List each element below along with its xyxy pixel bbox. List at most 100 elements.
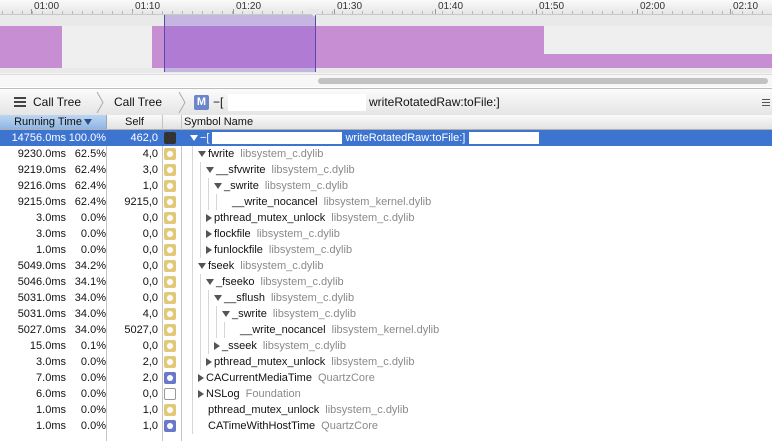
time-selection-range[interactable]: [164, 15, 316, 72]
time-minor-tick: [82, 11, 83, 14]
table-row[interactable]: 1.0ms 0.0% 1,0 CATimeWithHostTime QuartzCore: [0, 418, 772, 434]
table-row[interactable]: 1.0ms 0.0% 0,0 funlockfile libsystem_c.dylib: [0, 242, 772, 258]
breadcrumb-call-tree-2[interactable]: Call Tree: [114, 89, 162, 116]
disclosure-expanded-icon[interactable]: [214, 295, 222, 302]
symbol-name: CACurrentMediaTime: [206, 372, 312, 384]
library-icon: [164, 212, 176, 224]
table-row[interactable]: 3.0ms 0.0% 0,0 flockfile libsystem_c.dylib: [0, 226, 772, 242]
disclosure-expanded-icon[interactable]: [214, 183, 222, 190]
document-icon: [164, 388, 176, 400]
table-row[interactable]: 7.0ms 0.0% 2,0 CACurrentMediaTime QuartzCore: [0, 370, 772, 386]
column-header-self[interactable]: Self: [107, 115, 163, 129]
running-time-cell: 1.0ms: [36, 244, 66, 256]
symbol-name: pthread_mutex_unlock: [214, 212, 326, 224]
table-row[interactable]: 5031.0ms 34.0% 4,0 _swrite libsystem_c.dylib: [0, 306, 772, 322]
table-row[interactable]: 9230.0ms 62.5% 4,0 fwrite libsystem_c.dylib: [0, 146, 772, 162]
time-ruler[interactable]: 01:00 01:10 01:20 01:30 01:40 01:50 02:00 02:10: [0, 0, 772, 15]
time-minor-tick: [712, 11, 713, 14]
self-time-cell: 5027,0: [124, 324, 158, 336]
time-minor-tick: [732, 11, 733, 14]
running-time-cell: 5031.0ms: [17, 308, 66, 320]
library-name: QuartzCore: [321, 420, 379, 432]
self-time-cell: 2,0: [142, 372, 158, 384]
disclosure-collapsed-icon[interactable]: [206, 246, 212, 255]
column-header-running-time[interactable]: Running Time: [0, 115, 107, 129]
library-icon: [164, 228, 176, 240]
menu-lines-icon[interactable]: [762, 99, 770, 108]
icon-dot: [167, 199, 173, 205]
table-row[interactable]: 9216.0ms 62.4% 1,0 _swrite libsystem_c.dylib: [0, 178, 772, 194]
disclosure-collapsed-icon[interactable]: [206, 214, 212, 223]
running-time-cell: 1.0ms: [36, 404, 66, 416]
timeline-track[interactable]: 01:00 01:10 01:20 01:30 01:40 01:50 02:00 02:10: [0, 0, 772, 87]
percent-cell: 0.0%: [80, 372, 106, 384]
library-icon: [164, 164, 176, 176]
time-minor-tick: [162, 11, 163, 14]
disclosure-expanded-icon[interactable]: [198, 151, 206, 158]
time-minor-tick: [152, 11, 153, 14]
library-icon: [164, 308, 176, 320]
column-header-symbol-name[interactable]: Symbol Name: [182, 115, 764, 129]
time-minor-tick: [302, 11, 303, 14]
time-minor-tick: [722, 11, 723, 14]
breadcrumb-method-prefix[interactable]: −[: [213, 89, 223, 116]
breadcrumb-call-tree-1[interactable]: Call Tree: [33, 89, 81, 116]
disclosure-collapsed-icon[interactable]: [206, 230, 212, 239]
table-row[interactable]: 9215.0ms 62.4% 9215,0 __write_nocancel libsy…: [0, 194, 772, 210]
table-row[interactable]: 1.0ms 0.0% 1,0 pthread_mutex_unlock libsyste…: [0, 402, 772, 418]
cpu-graph: [0, 26, 772, 68]
symbol-name: pthread_mutex_unlock: [208, 404, 320, 416]
symbol-cell: pthread_mutex_unlock libsystem_c.dylib: [206, 354, 414, 370]
tree-guide-line: [224, 322, 225, 338]
table-row[interactable]: 14756.0ms 100.0% 462,0 −[writeRotatedRaw:to…: [0, 130, 772, 146]
disclosure-collapsed-icon[interactable]: [206, 358, 212, 367]
scrollbar-thumb[interactable]: [318, 78, 768, 84]
running-time-cell: 5049.0ms: [17, 260, 66, 272]
table-row[interactable]: 3.0ms 0.0% 0,0 pthread_mutex_unlock libsyste…: [0, 210, 772, 226]
running-time-cell: 6.0ms: [36, 388, 66, 400]
symbol-cell: CATimeWithHostTime QuartzCore: [198, 418, 378, 434]
disclosure-expanded-icon[interactable]: [198, 263, 206, 270]
time-tick: [435, 9, 436, 14]
library-name: Foundation: [245, 388, 301, 400]
table-row[interactable]: 15.0ms 0.1% 0,0 _sseek libsystem_c.dylib: [0, 338, 772, 354]
disclosure-expanded-icon[interactable]: [206, 279, 214, 286]
time-minor-tick: [372, 11, 373, 14]
disclosure-collapsed-icon[interactable]: [214, 342, 220, 351]
table-row[interactable]: 5049.0ms 34.2% 0,0 fseek libsystem_c.dylib: [0, 258, 772, 274]
symbol-name: fseek: [208, 260, 235, 272]
disclosure-expanded-icon[interactable]: [222, 311, 230, 318]
graph-segment: [544, 54, 772, 68]
timeline-scrollbar[interactable]: [0, 74, 772, 87]
breadcrumb-method[interactable]: writeRotatedRaw:toFile:]: [369, 89, 500, 116]
time-minor-tick: [452, 11, 453, 14]
table-row[interactable]: 9219.0ms 62.4% 3,0 __sfvwrite libsystem_c.dy…: [0, 162, 772, 178]
symbol-cell: pthread_mutex_unlock libsystem_c.dylib: [206, 210, 414, 226]
list-icon[interactable]: [14, 97, 26, 108]
symbol-name: funlockfile: [214, 244, 263, 256]
disclosure-expanded-icon[interactable]: [190, 135, 198, 142]
table-row[interactable]: 5046.0ms 34.1% 0,0 _fseeko libsystem_c.dylib: [0, 274, 772, 290]
time-minor-tick: [692, 11, 693, 14]
self-time-cell: 0,0: [142, 276, 158, 288]
self-time-cell: 0,0: [142, 292, 158, 304]
icon-dot: [167, 311, 173, 317]
time-minor-tick: [122, 11, 123, 14]
time-tick: [730, 9, 731, 14]
playhead-marker-icon[interactable]: [308, 9, 320, 17]
table-row[interactable]: 5027.0ms 34.0% 5027,0 __write_nocancel libsy…: [0, 322, 772, 338]
table-row[interactable]: 3.0ms 0.0% 2,0 pthread_mutex_unlock libsyste…: [0, 354, 772, 370]
table-row[interactable]: 5031.0ms 34.0% 0,0 __sflush libsystem_c.dyli…: [0, 290, 772, 306]
time-minor-tick: [572, 11, 573, 14]
disclosure-expanded-icon[interactable]: [206, 167, 214, 174]
disclosure-collapsed-icon[interactable]: [198, 374, 204, 383]
table-row[interactable]: 6.0ms 0.0% 0,0 NSLog Foundation: [0, 386, 772, 402]
time-minor-tick: [442, 11, 443, 14]
time-tick: [536, 9, 537, 14]
symbol-cell: CACurrentMediaTime QuartzCore: [198, 370, 375, 386]
tree-guide-line: [200, 226, 201, 242]
column-header-icon[interactable]: [163, 115, 182, 129]
disclosure-collapsed-icon[interactable]: [198, 390, 204, 399]
time-minor-tick: [42, 11, 43, 14]
time-minor-tick: [672, 11, 673, 14]
